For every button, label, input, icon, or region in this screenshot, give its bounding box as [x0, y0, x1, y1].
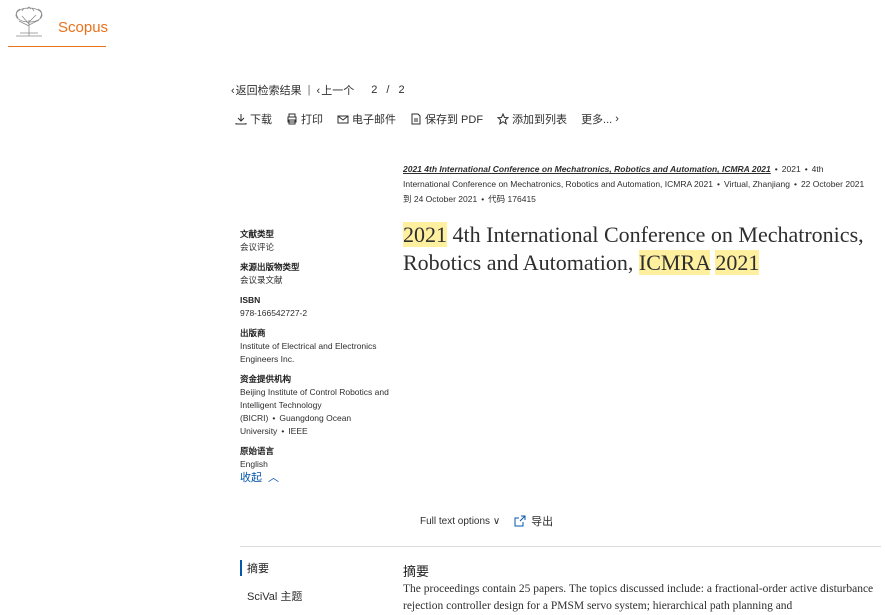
abstract-text: The proceedings contain 25 papers. The t… [403, 583, 874, 612]
source-info: 2021 4th International Conference on Mec… [403, 164, 865, 204]
back-to-results-link[interactable]: ‹返回检索结果 [231, 82, 302, 98]
add-to-list-button[interactable]: 添加到列表 [497, 111, 567, 127]
language-label: 原始语言 [240, 446, 275, 456]
scopus-brand-link[interactable]: Scopus [58, 19, 108, 36]
source-type-label: 来源出版物类型 [240, 262, 300, 272]
page-total: 2 [398, 84, 405, 96]
export-button[interactable]: 导出 [514, 513, 553, 529]
source-code: 代码 176415 [488, 194, 536, 204]
envelope-icon [337, 115, 349, 124]
chevron-right-icon: › [615, 113, 619, 125]
save-pdf-button[interactable]: 保存到 PDF [410, 111, 483, 127]
doc-type-value: 会议评论 [240, 242, 275, 252]
print-button[interactable]: 打印 [286, 111, 323, 127]
email-button[interactable]: 电子邮件 [337, 111, 396, 127]
full-text-options-button[interactable]: Full text options ∨ [420, 516, 500, 527]
elsevier-tree-icon[interactable] [10, 6, 48, 38]
doc-type-label: 文献类型 [240, 229, 275, 239]
section-divider [240, 546, 881, 547]
download-icon [235, 114, 247, 125]
page-separator: / [386, 84, 390, 96]
page-current: 2 [371, 84, 378, 96]
chevron-left-icon: ‹ [316, 85, 321, 97]
source-location: Virtual, Zhanjiang [723, 179, 790, 189]
chevron-down-icon: ∨ [492, 515, 501, 527]
source-date-start: 22 October 2021 [800, 179, 865, 189]
printer-icon [287, 113, 297, 125]
source-conference: International Conference on Mechatronics… [403, 179, 713, 189]
isbn-value: 978-166542727-2 [240, 308, 308, 318]
chevron-up-icon: ︿ [268, 472, 279, 484]
download-button[interactable]: 下载 [235, 111, 272, 127]
star-icon [497, 113, 510, 125]
publisher-value: Institute of Electrical and Electronics … [240, 341, 377, 364]
pager: 2 / 2 [368, 84, 407, 96]
document-metadata: 文献类型 会议评论 来源出版物类型 会议录文献 ISBN 978-1665427… [240, 228, 390, 478]
collapse-button[interactable]: 收起 ︿ [240, 469, 279, 485]
fulltext-bar: Full text options ∨ 导出 [420, 513, 553, 529]
funding-value: Beijing Institute of Control Robotics an… [240, 387, 389, 436]
nav-separator: | [307, 84, 311, 96]
section-nav-abstract[interactable]: 摘要 [240, 560, 302, 576]
source-date-end: 到 24 October 2021 [403, 194, 478, 204]
export-icon [514, 515, 526, 527]
section-nav: 摘要 SciVal 主题 [240, 560, 302, 604]
document-icon [411, 113, 421, 125]
section-nav-scival[interactable]: SciVal 主题 [240, 588, 302, 604]
publisher-label: 出版商 [240, 328, 266, 338]
document-title: 2021 4th International Conference on Mec… [403, 222, 864, 275]
funding-label: 资金提供机构 [240, 374, 292, 384]
source-title-link[interactable]: 2021 4th International Conference on Mec… [403, 164, 771, 174]
abstract-heading: 摘要 [403, 564, 430, 579]
more-button[interactable]: 更多... › [581, 111, 619, 127]
document-toolbar: 下载 打印 电子邮件 保存到 PDF 添加到列表 更多... › [235, 111, 619, 127]
chevron-left-icon: ‹ [231, 85, 235, 97]
source-year: 2021 [781, 164, 801, 174]
isbn-label: ISBN [240, 295, 261, 305]
source-type-value: 会议录文献 [240, 275, 283, 285]
previous-link[interactable]: ‹上一个 [317, 82, 355, 98]
result-navigation: ‹返回检索结果 | ‹上一个 2 / 2 [231, 82, 408, 98]
brand-underline [8, 46, 106, 47]
